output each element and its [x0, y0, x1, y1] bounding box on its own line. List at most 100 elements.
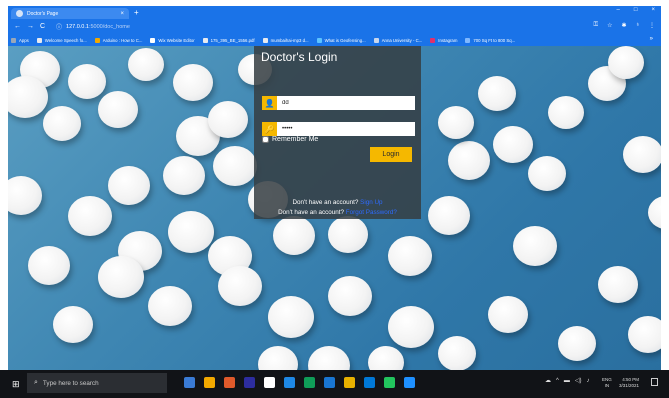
weather-icon[interactable]: ☁ [545, 377, 551, 384]
key-icon[interactable]: ⚿ [594, 22, 599, 29]
login-panel: Doctor's Login 👤 🔑 Remember Me Login Don… [254, 46, 421, 219]
user-icon: 👤 [262, 96, 277, 110]
taskbar-app-icon[interactable] [244, 377, 255, 388]
taskbar-app-icon[interactable] [324, 377, 335, 388]
bookmark-item[interactable]: mumbaihai-mp3 d... [262, 37, 309, 43]
taskbar-search-box[interactable]: ⌕ Type here to search [27, 373, 167, 393]
close-window-icon[interactable]: × [651, 7, 655, 13]
bookmark-favicon-icon [150, 37, 156, 43]
bookmark-item[interactable]: Anna University - C... [373, 37, 423, 43]
bookmark-item[interactable]: Instagram [430, 37, 458, 43]
notification-icon[interactable] [651, 378, 658, 386]
more-bookmarks-icon[interactable]: » [650, 36, 653, 42]
pill-decoration [513, 226, 557, 266]
tray-expand-icon[interactable]: ^ [556, 378, 559, 384]
username-input[interactable] [277, 96, 415, 110]
bookmark-label: Welcome Speech fo... [44, 37, 87, 43]
taskbar-app-icon[interactable] [264, 377, 275, 388]
bookmark-item[interactable]: 700 Sq Ft to 800 Sq... [465, 37, 515, 43]
pill-decoration [558, 326, 596, 361]
bookmark-favicon-icon [11, 37, 16, 43]
pill-decoration [428, 196, 470, 235]
bookmark-item[interactable]: 175_395_BE_1556.pdf [202, 37, 255, 43]
reload-icon[interactable]: C [40, 23, 45, 30]
taskbar-app-icon[interactable] [384, 377, 395, 388]
pill-decoration [598, 266, 638, 303]
pill-decoration [548, 96, 584, 129]
taskbar-app-icon[interactable] [344, 377, 355, 388]
back-icon[interactable]: ← [14, 23, 21, 30]
key-icon: 🔑 [262, 122, 277, 136]
pill-decoration [623, 136, 661, 173]
pill-decoration [448, 141, 490, 180]
pill-decoration [43, 106, 81, 141]
password-input[interactable] [277, 122, 415, 136]
bookmark-favicon-icon [202, 37, 208, 43]
pill-decoration [98, 256, 144, 298]
bookmark-label: 175_395_BE_1556.pdf [210, 37, 255, 43]
window-controls: – □ × [617, 7, 655, 13]
taskbar-app-icon[interactable] [304, 377, 315, 388]
bookmark-favicon-icon [94, 37, 100, 43]
pill-decoration [68, 64, 106, 99]
volume-icon[interactable]: ◁) [575, 377, 582, 384]
remember-me-checkbox[interactable] [262, 136, 269, 143]
region-code: IN [604, 383, 610, 388]
bookmark-label: Anna University - C... [381, 37, 423, 43]
forgot-password-link[interactable]: Forgot Password? [346, 209, 397, 216]
pill-decoration [328, 216, 368, 253]
bookmark-star-icon[interactable]: ☆ [607, 22, 612, 29]
windows-start-icon[interactable]: ⊞ [12, 379, 20, 389]
tab-close-icon[interactable]: × [120, 11, 124, 17]
pill-decoration [628, 316, 661, 353]
clock[interactable]: 4:50 PM 3/31/2021 [619, 377, 639, 389]
signup-link[interactable]: Sign Up [360, 199, 382, 206]
pill-decoration [438, 106, 474, 139]
pill-decoration [493, 126, 533, 163]
bookmark-item[interactable]: Apps [11, 37, 29, 43]
bookmark-item[interactable]: Welcome Speech fo... [36, 37, 87, 43]
info-icon[interactable]: ⓘ [56, 22, 62, 31]
taskbar-app-icon[interactable] [204, 377, 215, 388]
extension-icon[interactable]: ✱ [621, 22, 626, 29]
pill-decoration [53, 306, 93, 343]
taskbar-app-icon[interactable] [184, 377, 195, 388]
minimize-icon[interactable]: – [617, 7, 620, 13]
bookmark-item[interactable]: Arduino : How to C... [94, 37, 142, 43]
pill-decoration [268, 296, 314, 338]
url-host: 127.0.0.1 [66, 23, 89, 30]
favicon-icon [16, 10, 23, 17]
bookmark-label: Instagram [438, 37, 458, 43]
browser-toolbar: ← → C ⓘ 127.0.0.1:5000/doc_home ⚿ ☆ ✱ ♁ … [8, 19, 661, 34]
taskbar-app-icon[interactable] [284, 377, 295, 388]
pen-icon[interactable]: ♪ [586, 378, 589, 384]
battery-icon[interactable]: ▬ [564, 378, 570, 384]
bookmark-item[interactable]: Wix Website Editor [150, 37, 195, 43]
profile-icon[interactable]: ♁ [636, 22, 641, 29]
search-icon: ⌕ [34, 379, 38, 386]
login-button[interactable]: Login [370, 147, 412, 162]
taskbar: ⊞ ⌕ Type here to search ☁ ^ ▬ ◁) ♪ ENG I… [0, 370, 669, 398]
taskbar-app-icon[interactable] [224, 377, 235, 388]
forward-icon[interactable]: → [27, 23, 34, 30]
tab-doctors-page[interactable]: Doctor's Page × [11, 8, 129, 19]
pill-decoration [388, 236, 432, 276]
address-bar[interactable]: ⓘ 127.0.0.1:5000/doc_home [56, 21, 601, 32]
page-background: Doctor's Login 👤 🔑 Remember Me Login Don… [8, 46, 661, 376]
pill-decoration [28, 246, 70, 285]
taskbar-app-icon[interactable] [404, 377, 415, 388]
url-path: :5000/doc_home [88, 23, 130, 30]
language-indicator[interactable]: ENG IN [602, 377, 612, 389]
password-field-group: 🔑 [262, 122, 415, 136]
login-title: Doctor's Login [261, 50, 338, 64]
pill-decoration [173, 64, 213, 101]
taskbar-app-icon[interactable] [364, 377, 375, 388]
maximize-icon[interactable]: □ [634, 7, 638, 13]
pill-decoration [478, 76, 516, 111]
new-tab-button[interactable]: + [134, 8, 139, 17]
bookmark-favicon-icon [373, 37, 379, 43]
forgot-prompt-text: Don't have an account? [278, 209, 345, 216]
bookmark-item[interactable]: What is Geofensing... [316, 37, 366, 43]
menu-icon[interactable]: ⋮ [649, 22, 655, 29]
pill-decoration [218, 266, 262, 306]
